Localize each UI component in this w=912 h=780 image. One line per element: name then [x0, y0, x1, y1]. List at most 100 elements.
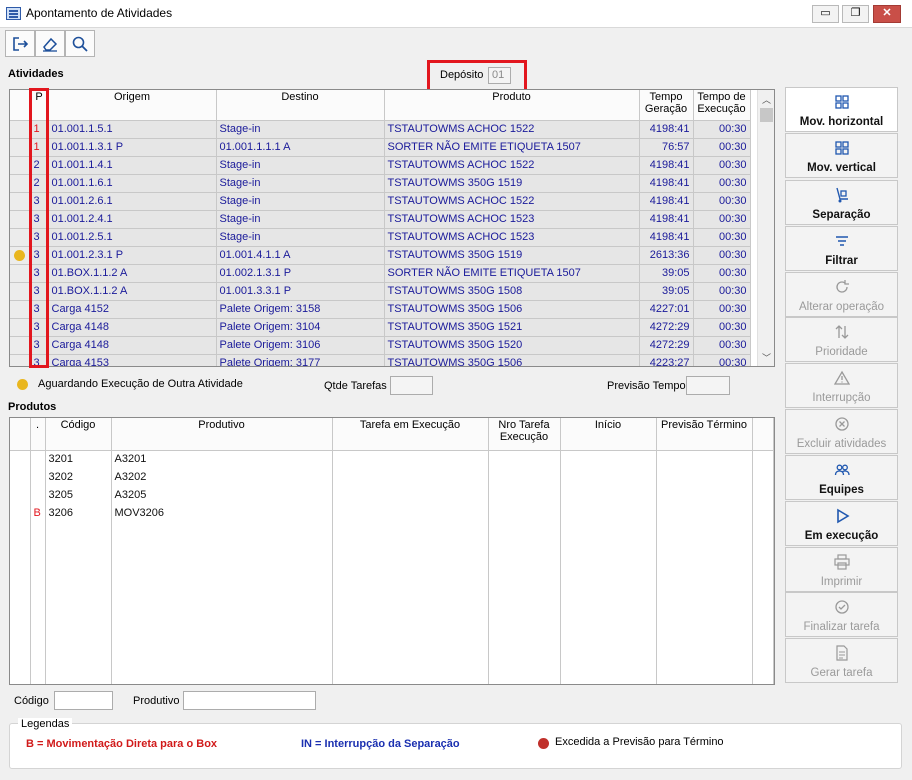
cell-destino: Palete Origem: 3177: [216, 354, 385, 366]
excedida-dot-icon: [538, 738, 549, 749]
atividade-row[interactable]: 3 01.BOX.1.1.2 A 01.002.1.3.1 P SORTER NÃO …: [10, 264, 751, 283]
atividade-row[interactable]: 2 01.001.1.6.1 Stage-in TSTAUTOWMS 350G 151…: [10, 174, 751, 193]
header-tempo-geracao[interactable]: Tempo Geração: [639, 90, 694, 121]
header-tempo-execucao[interactable]: Tempo de Execução: [693, 90, 751, 121]
produto-row[interactable]: 3205 A3205: [10, 486, 774, 504]
scroll-up-icon[interactable]: ︿: [758, 93, 774, 106]
side-button-label: Em execução: [804, 530, 879, 542]
legend-box: Legendas B = Movimentação Direta para o …: [9, 718, 902, 769]
side-button-label: Excluir atividades: [796, 438, 887, 450]
search-button[interactable]: [65, 30, 95, 57]
prod-header-nro-tarefa[interactable]: Nro Tarefa Execução: [488, 418, 561, 451]
atividade-row[interactable]: 3 Carga 4152 Palete Origem: 3158 TSTAUTOWMS…: [10, 300, 751, 319]
atividade-row[interactable]: 1 01.001.1.3.1 P 01.001.1.1.1 A SORTER NÃO …: [10, 138, 751, 157]
scroll-down-icon[interactable]: ﹀: [758, 351, 774, 364]
side-button-label: Filtrar: [825, 255, 858, 267]
atividade-row[interactable]: 3 01.BOX.1.1.2 A 01.001.3.3.1 P TSTAUTOWMS …: [10, 282, 751, 301]
cell-destino: Stage-in: [216, 174, 385, 193]
qtde-tarefas-field[interactable]: [390, 376, 433, 395]
cell-produto: TSTAUTOWMS 350G 1508: [384, 282, 640, 301]
side-button-mov-horizontal[interactable]: Mov. horizontal: [785, 87, 898, 132]
atividade-row[interactable]: 3 01.001.2.5.1 Stage-in TSTAUTOWMS ACHOC 15…: [10, 228, 751, 247]
row-indicator: [10, 468, 31, 486]
row-indicator: [10, 264, 31, 283]
maximize-button[interactable]: ❐: [842, 5, 869, 23]
row-indicator: [10, 318, 31, 337]
side-button-gerar-tarefa[interactable]: Gerar tarefa: [785, 638, 898, 683]
check-circle-icon: [786, 599, 897, 621]
produto-row[interactable]: B 3206 MOV3206: [10, 504, 774, 522]
cell-tempo-geracao: 2613:36: [639, 246, 694, 265]
side-button-filtrar[interactable]: Filtrar: [785, 226, 898, 271]
side-button-separação[interactable]: Separação: [785, 180, 898, 225]
side-button-equipes[interactable]: Equipes: [785, 455, 898, 500]
side-button-finalizar-tarefa[interactable]: Finalizar tarefa: [785, 592, 898, 637]
cell-tempo-execucao: 00:30: [693, 246, 751, 265]
row-indicator: [10, 450, 31, 468]
exit-button[interactable]: [5, 30, 35, 57]
atividade-row[interactable]: 3 01.001.2.3.1 P 01.001.4.1.1 A TSTAUTOWMS …: [10, 246, 751, 265]
side-button-excluir-atividades[interactable]: Excluir atividades: [785, 409, 898, 454]
prod-header-tarefa-execucao[interactable]: Tarefa em Execução: [332, 418, 489, 451]
cell-destino: Stage-in: [216, 228, 385, 247]
atividades-label: Atividades: [8, 68, 64, 80]
cell-filler: [752, 450, 774, 468]
prod-header-previsao-termino[interactable]: Previsão Término: [656, 418, 753, 451]
cell-origem: 01.BOX.1.1.2 A: [48, 264, 217, 283]
header-produto[interactable]: Produto: [384, 90, 640, 121]
side-button-mov-vertical[interactable]: Mov. vertical: [785, 133, 898, 178]
header-destino[interactable]: Destino: [216, 90, 385, 121]
atividade-row[interactable]: 3 01.001.2.6.1 Stage-in TSTAUTOWMS ACHOC 15…: [10, 192, 751, 211]
atividade-row[interactable]: 3 Carga 4148 Palete Origem: 3104 TSTAUTOWMS…: [10, 318, 751, 337]
scroll-thumb[interactable]: [760, 108, 773, 122]
produtivo-filter-input[interactable]: [183, 691, 316, 710]
atividade-row[interactable]: 3 01.001.2.4.1 Stage-in TSTAUTOWMS ACHOC 15…: [10, 210, 751, 229]
deposito-field[interactable]: 01: [488, 67, 511, 84]
close-button[interactable]: ✕: [873, 5, 901, 23]
cell-tempo-execucao: 00:30: [693, 138, 751, 157]
empty-cell: [45, 522, 112, 684]
cell-origem: Carga 4153: [48, 354, 217, 366]
cell-tempo-geracao: 4198:41: [639, 228, 694, 247]
produto-empty-area: [10, 522, 774, 684]
side-button-prioridade[interactable]: Prioridade: [785, 317, 898, 362]
hand-truck-icon: [786, 187, 897, 209]
atividades-scrollbar[interactable]: ︿ ﹀: [757, 90, 774, 366]
forklift-grid-icon: [786, 94, 897, 116]
empty-cell: [752, 522, 774, 684]
row-indicator: [10, 174, 31, 193]
atividade-row[interactable]: 3 Carga 4148 Palete Origem: 3106 TSTAUTOWMS…: [10, 336, 751, 355]
minimize-button[interactable]: ▭: [812, 5, 839, 23]
app-window-icon: [6, 7, 21, 20]
side-button-em-execução[interactable]: Em execução: [785, 501, 898, 546]
previsao-tempo-field[interactable]: [686, 376, 730, 395]
cell-tarefa: [332, 504, 489, 522]
atividade-row[interactable]: 1 01.001.1.5.1 Stage-in TSTAUTOWMS ACHOC 15…: [10, 120, 751, 139]
side-button-imprimir[interactable]: Imprimir: [785, 547, 898, 592]
side-button-alterar-operação[interactable]: Alterar operação: [785, 272, 898, 317]
prod-header-inicio[interactable]: Início: [560, 418, 657, 451]
side-button-interrupção[interactable]: Interrupção: [785, 363, 898, 408]
cell-tempo-execucao: 00:30: [693, 318, 751, 337]
header-origem[interactable]: Origem: [48, 90, 217, 121]
atividade-row[interactable]: 2 01.001.1.4.1 Stage-in TSTAUTOWMS ACHOC 15…: [10, 156, 751, 175]
prod-header-produtivo[interactable]: Produtivo: [111, 418, 333, 451]
prod-header-flag[interactable]: .: [30, 418, 46, 451]
cell-filler: [752, 504, 774, 522]
clear-button[interactable]: [35, 30, 65, 57]
side-button-label: Separação: [812, 209, 871, 221]
codigo-filter-input[interactable]: [54, 691, 113, 710]
prod-header-codigo[interactable]: Código: [45, 418, 112, 451]
team-icon: [786, 462, 897, 484]
atividade-row[interactable]: 3 Carga 4153 Palete Origem: 3177 TSTAUTOWMS…: [10, 354, 751, 366]
legend-b-text: B = Movimentação Direta para o Box: [26, 738, 218, 750]
side-button-label: Gerar tarefa: [810, 667, 873, 679]
waiting-dot-icon: [14, 249, 26, 261]
row-indicator: [10, 504, 31, 522]
cell-origem: 01.001.2.4.1: [48, 210, 217, 229]
cell-inicio: [560, 504, 657, 522]
produto-row[interactable]: 3201 A3201: [10, 450, 774, 468]
row-indicator: [10, 282, 31, 301]
cell-destino: 01.001.3.3.1 P: [216, 282, 385, 301]
produto-row[interactable]: 3202 A3202: [10, 468, 774, 486]
